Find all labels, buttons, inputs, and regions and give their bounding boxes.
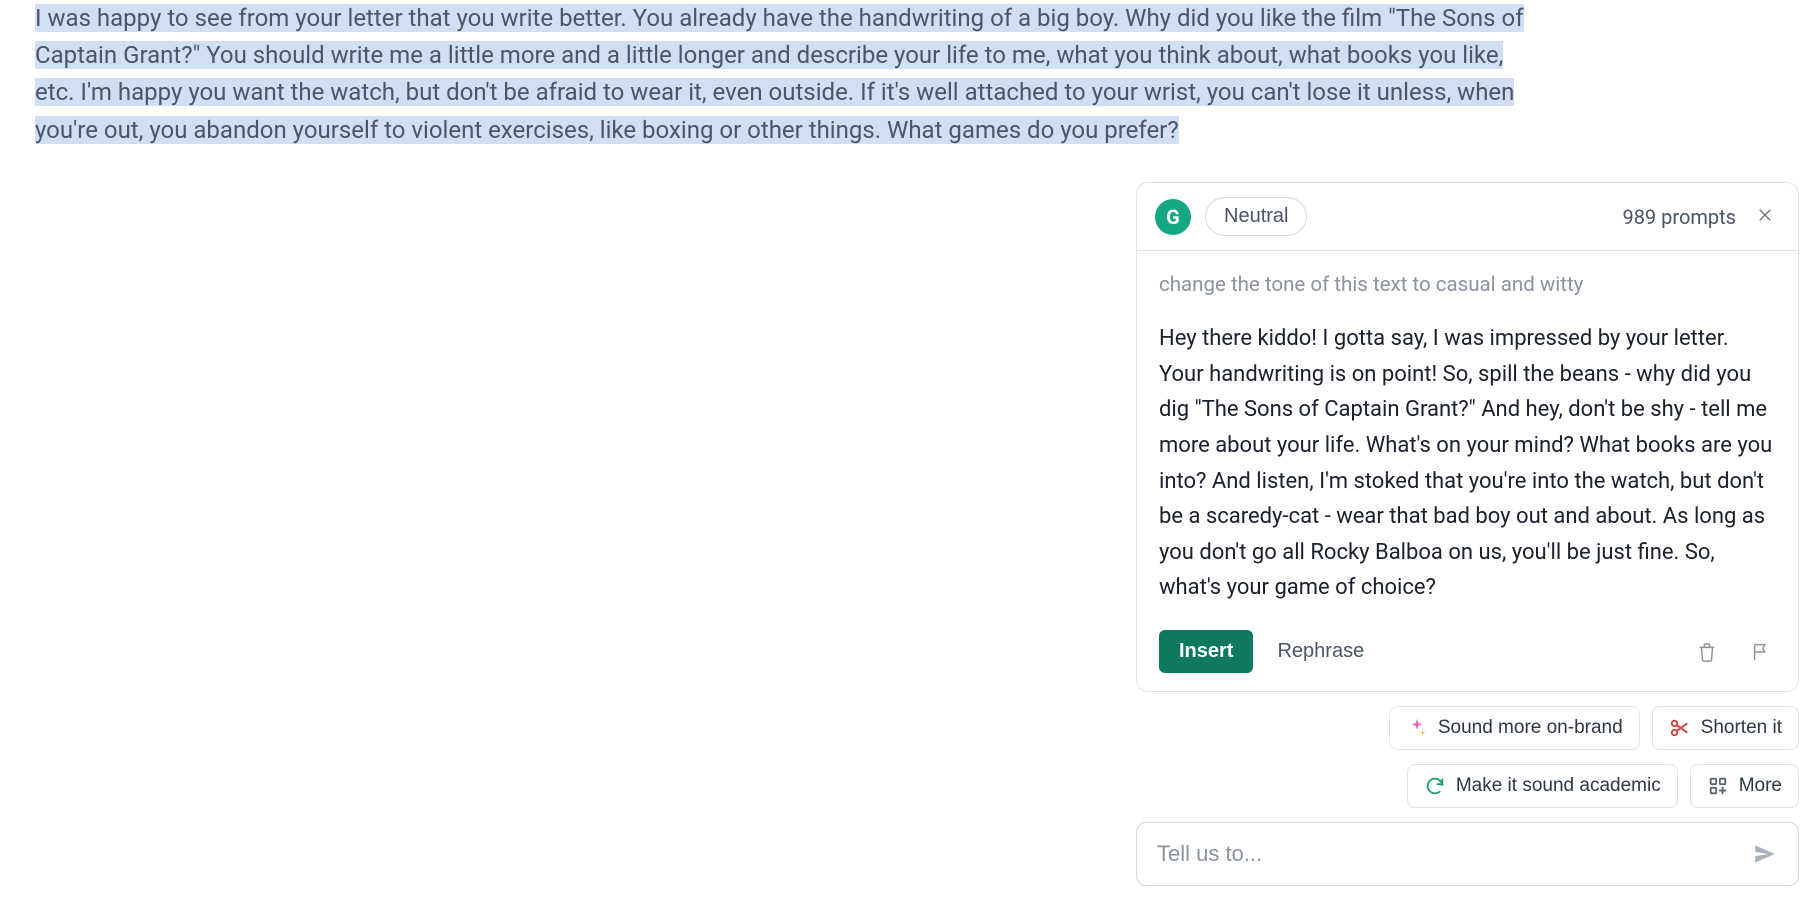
- tone-chip[interactable]: Neutral: [1205, 197, 1307, 236]
- flag-button[interactable]: [1746, 637, 1776, 667]
- prompt-input[interactable]: [1157, 841, 1740, 867]
- prompt-input-container: [1136, 822, 1799, 886]
- action-row: Insert Rephrase: [1159, 630, 1776, 673]
- chip-shorten-it[interactable]: Shorten it: [1652, 706, 1799, 750]
- send-icon: [1752, 841, 1778, 867]
- editor-selected-text[interactable]: I was happy to see from your letter that…: [35, 0, 1540, 149]
- chip-label: Shorten it: [1701, 717, 1782, 739]
- suggestion-chips-row-2: Make it sound academic More: [1136, 764, 1799, 808]
- panel-header: G Neutral 989 prompts: [1137, 183, 1798, 250]
- close-button[interactable]: [1750, 200, 1780, 234]
- prompts-count: 989 prompts: [1622, 205, 1736, 229]
- send-button[interactable]: [1752, 841, 1778, 867]
- grammarly-logo-icon: G: [1155, 199, 1191, 235]
- suggestion-card: G Neutral 989 prompts change the tone of…: [1136, 182, 1799, 692]
- panel-body: change the tone of this text to casual a…: [1137, 250, 1798, 691]
- chip-make-academic[interactable]: Make it sound academic: [1407, 764, 1678, 808]
- chip-label: Sound more on-brand: [1438, 717, 1623, 739]
- chip-label: More: [1739, 775, 1782, 797]
- logo-letter: G: [1166, 205, 1180, 229]
- user-prompt-text: change the tone of this text to casual a…: [1159, 273, 1776, 297]
- insert-button[interactable]: Insert: [1159, 630, 1253, 673]
- grid-plus-icon: [1707, 775, 1729, 797]
- close-icon: [1756, 206, 1774, 224]
- chip-label: Make it sound academic: [1456, 775, 1661, 797]
- chip-sound-on-brand[interactable]: Sound more on-brand: [1389, 706, 1640, 750]
- delete-button[interactable]: [1692, 637, 1722, 667]
- suggestion-text: Hey there kiddo! I gotta say, I was impr…: [1159, 321, 1776, 606]
- rephrase-button[interactable]: Rephrase: [1277, 640, 1364, 663]
- assistant-panel: G Neutral 989 prompts change the tone of…: [1136, 182, 1799, 886]
- chip-more[interactable]: More: [1690, 764, 1799, 808]
- trash-icon: [1696, 641, 1718, 663]
- suggestion-chips-row-1: Sound more on-brand Shorten it: [1136, 706, 1799, 750]
- sparkle-icon: [1406, 717, 1428, 739]
- refresh-icon: [1424, 775, 1446, 797]
- scissors-icon: [1669, 717, 1691, 739]
- flag-icon: [1750, 641, 1772, 663]
- selected-text-span: I was happy to see from your letter that…: [35, 4, 1524, 144]
